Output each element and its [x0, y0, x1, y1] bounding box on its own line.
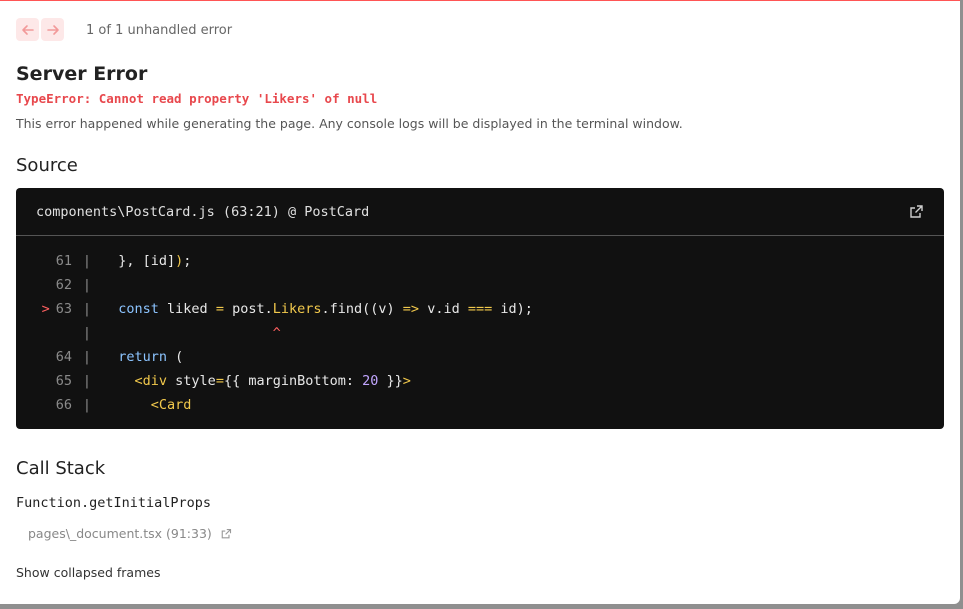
error-title: Server Error — [16, 63, 148, 85]
open-in-editor-icon[interactable] — [220, 528, 232, 540]
call-stack-heading: Call Stack — [16, 458, 106, 479]
arrow-left-icon — [21, 24, 34, 35]
error-message: TypeError: Cannot read property 'Likers'… — [16, 91, 378, 106]
code-line-highlighted: >63 | const liked = post.Likers.find((v)… — [41, 301, 533, 317]
source-heading: Source — [16, 155, 78, 176]
code-line: 65 | <div style={{ marginBottom: 20 }}> — [55, 373, 411, 389]
error-overlay-dialog: 1 of 1 unhandled error Server Error Type… — [0, 0, 960, 604]
source-header: components\PostCard.js (63:21) @ PostCar… — [16, 188, 944, 236]
code-line: 62 | — [55, 277, 92, 293]
error-line-marker: > — [41, 301, 50, 317]
error-description: This error happened while generating the… — [16, 116, 683, 131]
code-line: 61 | }, [id]); — [55, 253, 192, 269]
show-collapsed-frames-button[interactable]: Show collapsed frames — [16, 565, 160, 580]
code-listing: 61 | }, [id]); 62 | >63 | const liked = … — [16, 236, 944, 417]
open-in-editor-icon[interactable] — [908, 204, 924, 220]
frame-file-label[interactable]: pages\_document.tsx (91:33) — [28, 526, 212, 541]
call-stack-frame-link[interactable]: pages\_document.tsx (91:33) — [28, 526, 232, 541]
code-text: return ( — [102, 349, 184, 365]
code-text: <div style={{ marginBottom: 20 }}> — [102, 373, 411, 389]
code-line: | ^ — [82, 325, 281, 341]
source-code-frame: components\PostCard.js (63:21) @ PostCar… — [16, 188, 944, 429]
error-caret: ^ — [102, 325, 281, 341]
error-navigation — [16, 18, 64, 41]
next-error-button[interactable] — [41, 18, 64, 41]
code-line: 66 | <Card — [55, 397, 192, 413]
error-counter: 1 of 1 unhandled error — [86, 23, 233, 38]
code-text: const liked = post.Likers.find((v) => v.… — [102, 301, 533, 317]
source-file-link[interactable]: components\PostCard.js (63:21) @ PostCar… — [36, 204, 369, 220]
code-line: 64 | return ( — [55, 349, 184, 365]
code-text: }, [id]); — [102, 253, 192, 269]
code-text: <Card — [102, 397, 192, 413]
call-stack-function: Function.getInitialProps — [16, 495, 212, 511]
arrow-right-icon — [46, 24, 59, 35]
previous-error-button[interactable] — [16, 18, 39, 41]
